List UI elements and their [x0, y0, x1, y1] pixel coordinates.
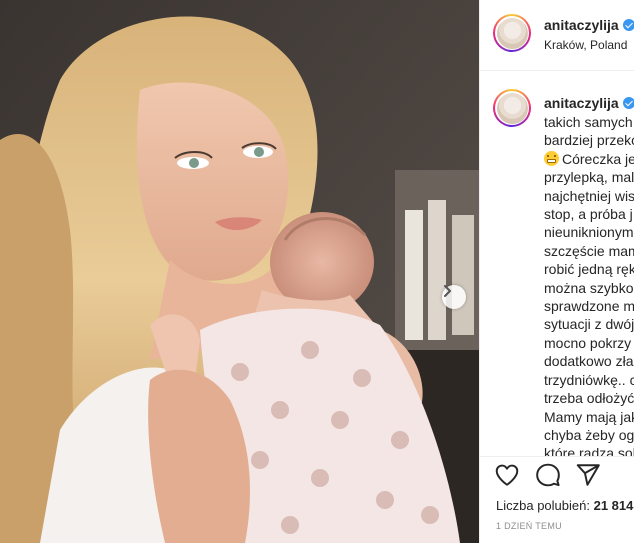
caption-line: nieuniknionym	[544, 224, 634, 241]
caption-line: trzeba odłożyć	[544, 390, 634, 407]
chevron-right-icon	[444, 285, 451, 297]
caption-line: przylepką, mal	[544, 169, 634, 186]
username-text[interactable]: anitaczylija	[544, 17, 619, 33]
post-side-panel: anitaczylija Kraków, Poland anitaczylija…	[479, 0, 634, 543]
caption-line: mocno pokrzy	[544, 334, 632, 351]
likes-number: 21 814	[593, 498, 634, 513]
carousel-next-button[interactable]	[442, 285, 466, 309]
profile-picture	[496, 92, 528, 124]
verified-badge-icon	[622, 97, 634, 109]
caption-line: chyba żeby og	[544, 426, 634, 443]
caption-line: bardziej przeko	[544, 132, 634, 149]
comment-button[interactable]	[535, 462, 561, 488]
caption-section: anitaczylija takich samych bardziej prze…	[480, 71, 634, 456]
caption-line: takich samych	[544, 114, 633, 130]
comment-bubble-icon	[536, 463, 560, 487]
caption-line-text: Córeczka je	[562, 150, 634, 167]
caption-line: najchętniej wis	[544, 187, 634, 204]
caption-line: sytuacji z dwój	[544, 316, 634, 333]
header-username[interactable]: anitaczylija	[544, 17, 634, 33]
likes-label: Liczba polubień:	[496, 498, 590, 513]
avatar[interactable]	[493, 14, 531, 52]
caption-line: które radzą sol	[544, 445, 634, 456]
likes-count[interactable]: Liczba polubień: 21 814	[496, 498, 633, 513]
share-button[interactable]	[575, 462, 601, 488]
caption-text: takich samych bardziej przeko Córeczka j…	[544, 113, 634, 456]
paper-plane-icon	[576, 464, 600, 486]
caption-line: robić jedną ręk	[544, 261, 634, 278]
verified-badge-icon	[622, 19, 634, 31]
caption-line: szczęście mam	[544, 242, 634, 259]
caption-username[interactable]: anitaczylija	[544, 95, 634, 111]
location-link[interactable]: Kraków, Poland	[544, 38, 627, 52]
caption-line: stop, a próba j	[544, 206, 633, 223]
like-button[interactable]	[494, 462, 520, 488]
caption-line: trzydniówkę.. c	[544, 371, 634, 388]
photo-illustration	[0, 0, 479, 543]
caption-avatar[interactable]	[493, 89, 531, 127]
caption-line: sprawdzone m	[544, 298, 634, 315]
post-actions: Liczba polubień: 21 814 1 DZIEŃ TEMU	[480, 456, 634, 543]
caption-line: Córeczka je	[544, 150, 634, 168]
heart-outline-icon	[495, 464, 519, 486]
caption-line: Mamy mają jak	[544, 408, 634, 425]
post-timestamp[interactable]: 1 DZIEŃ TEMU	[496, 521, 562, 531]
grimacing-emoji-icon	[544, 150, 559, 166]
caption-line: dodatkowo zła	[544, 353, 634, 370]
username-text[interactable]: anitaczylija	[544, 95, 619, 111]
post-photo[interactable]	[0, 0, 479, 543]
post-header: anitaczylija Kraków, Poland	[480, 0, 634, 71]
caption-line: można szybko	[544, 279, 634, 296]
profile-picture	[496, 17, 528, 49]
